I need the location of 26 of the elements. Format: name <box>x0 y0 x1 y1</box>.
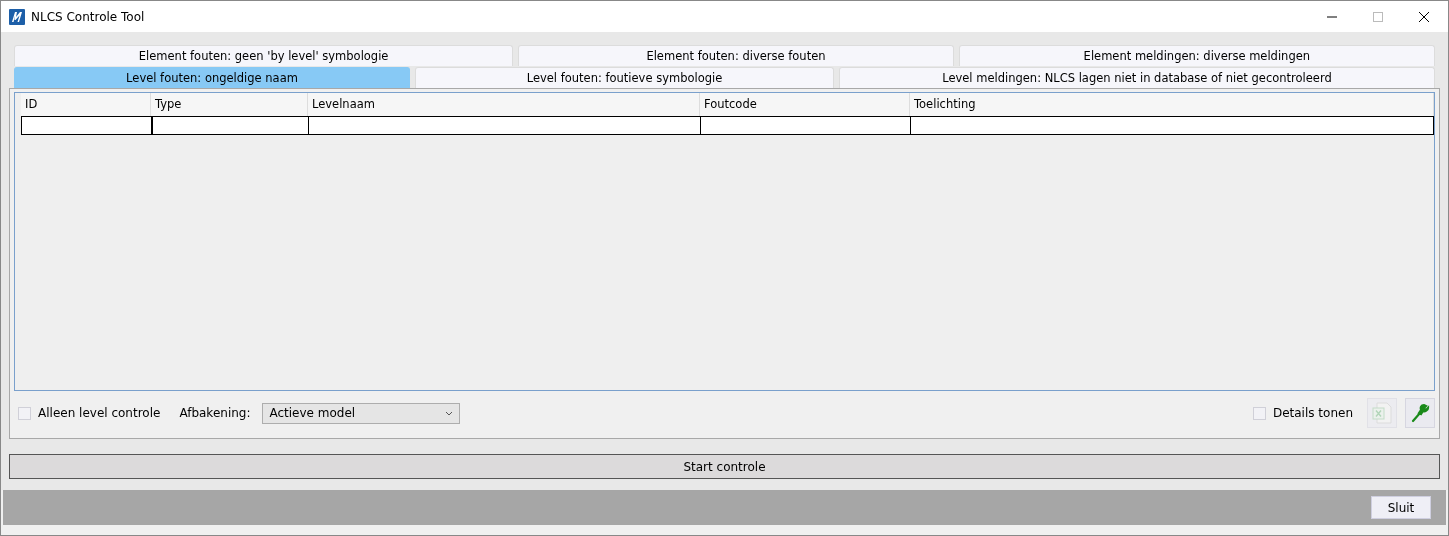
tab[interactable]: Level fouten: foutieve symbologie <box>415 67 834 88</box>
caret-icon <box>445 410 454 416</box>
maximize-icon[interactable] <box>1372 10 1384 23</box>
app-logo-icon <box>9 8 25 25</box>
column-header[interactable]: Type <box>151 93 308 116</box>
scope-dropdown[interactable]: Actieve model <box>262 402 461 424</box>
tab[interactable]: Level meldingen: NLCS lagen niet in database of niet gecontroleerd <box>838 67 1435 88</box>
checkbox-label: Alleen level controle <box>38 406 161 420</box>
close-button[interactable]: Sluit <box>1371 496 1431 519</box>
column-header[interactable]: Levelnaam <box>308 93 700 116</box>
settings-button[interactable] <box>1405 398 1435 428</box>
checkbox[interactable] <box>1252 406 1266 420</box>
tab[interactable]: Element meldingen: diverse meldingen <box>958 45 1435 66</box>
tab[interactable]: Element fouten: geen 'by level' symbologie <box>14 45 514 66</box>
empty-table-row[interactable] <box>21 116 1434 135</box>
scope-label: Afbakening: <box>179 406 251 420</box>
window-title: NLCS Controle Tool <box>31 9 145 24</box>
checkbox[interactable] <box>18 406 31 420</box>
tab[interactable]: Level fouten: ongeldige naam <box>14 67 411 88</box>
close-icon[interactable] <box>1418 10 1430 23</box>
checkbox-label: Details tonen <box>1272 406 1353 420</box>
column-header[interactable]: Foutcode <box>700 93 910 116</box>
column-header[interactable]: Toelichting <box>910 93 1434 116</box>
start-button[interactable]: Start controle <box>9 454 1440 479</box>
column-header[interactable]: ID <box>21 93 151 116</box>
tab[interactable]: Element fouten: diverse fouten <box>518 45 954 66</box>
